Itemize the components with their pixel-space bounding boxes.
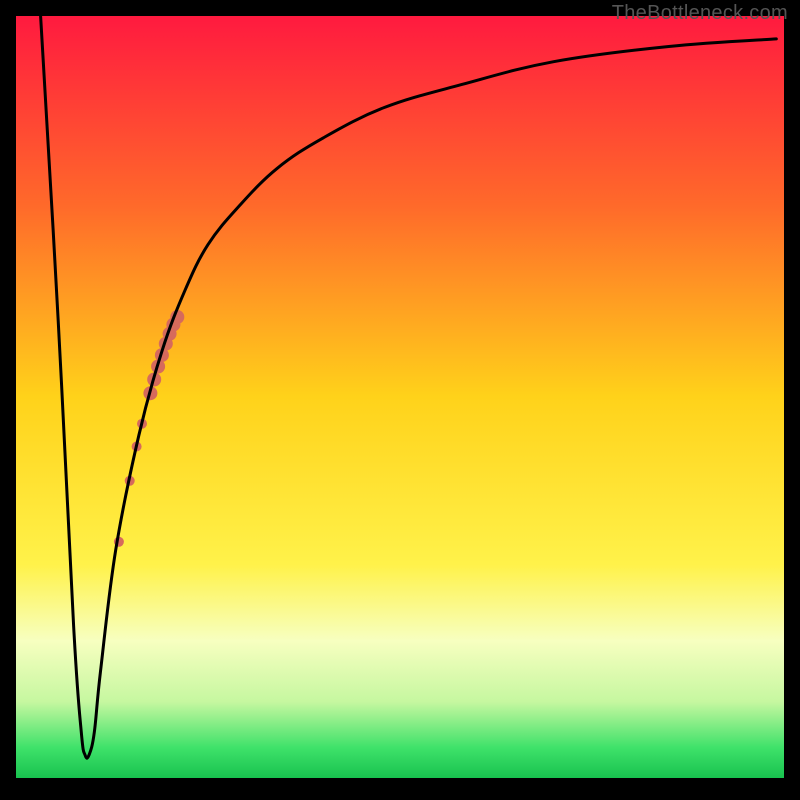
watermark-text: TheBottleneck.com [612, 2, 788, 25]
bottleneck-chart [0, 0, 800, 800]
gradient-background [16, 16, 784, 778]
plot-area [16, 16, 784, 778]
chart-stage: TheBottleneck.com [0, 0, 800, 800]
